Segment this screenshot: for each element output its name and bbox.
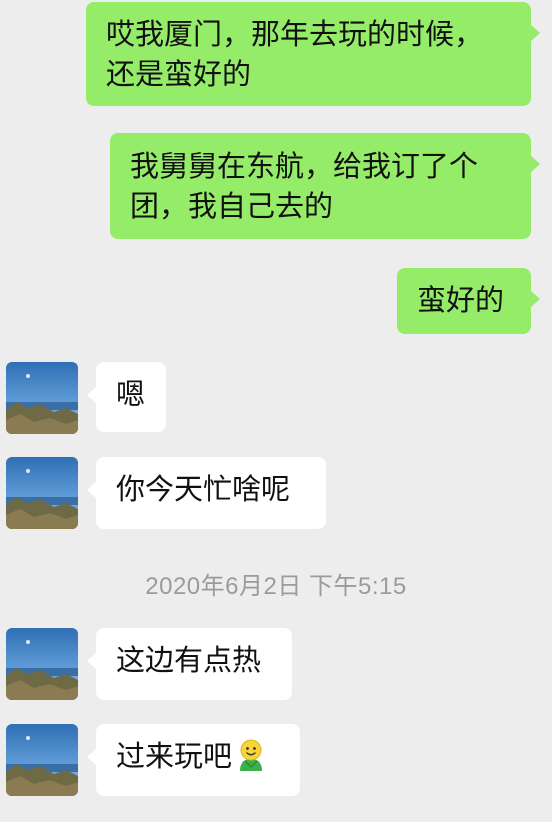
message-text-line: 团，我自己去的: [130, 189, 334, 223]
landscape-avatar-icon: [6, 724, 78, 796]
contact-avatar[interactable]: [6, 457, 78, 529]
message-text-line: 嗯: [116, 377, 146, 411]
smiling-face-emoji-icon: [234, 737, 268, 771]
message-text-line: 你今天忙啥呢: [116, 472, 291, 506]
message-text-line: 这边有点热: [116, 643, 262, 677]
message-bubble-sent[interactable]: 哎我厦门，那年去玩的时候， 还是蛮好的: [86, 2, 540, 106]
message-text-line: 蛮好的: [417, 283, 505, 317]
contact-avatar[interactable]: [6, 628, 78, 700]
message-text-line: 我舅舅在东航，给我订了个: [130, 149, 479, 183]
chat-thread: 哎我厦门，那年去玩的时候， 还是蛮好的 我舅舅在东航，给我订了个 团，我自己去的…: [0, 0, 552, 822]
message-bubble-sent[interactable]: 我舅舅在东航，给我订了个 团，我自己去的: [110, 133, 540, 239]
landscape-avatar-icon: [6, 362, 78, 434]
message-bubble-received[interactable]: 过来玩吧: [87, 724, 300, 796]
message-timestamp: 2020年6月2日 下午5:15: [145, 573, 407, 600]
message-text-line: 过来玩吧: [116, 739, 233, 773]
landscape-avatar-icon: [6, 628, 78, 700]
landscape-avatar-icon: [6, 457, 78, 529]
message-bubble-received[interactable]: 你今天忙啥呢: [87, 457, 326, 529]
contact-avatar[interactable]: [6, 724, 78, 796]
message-text-line: 哎我厦门，那年去玩的时候，: [106, 17, 484, 51]
message-bubble-received[interactable]: 这边有点热: [87, 628, 292, 700]
contact-avatar[interactable]: [6, 362, 78, 434]
message-text-line: 还是蛮好的: [106, 57, 252, 91]
message-bubble-sent[interactable]: 蛮好的: [397, 268, 540, 334]
message-bubble-received[interactable]: 嗯: [87, 362, 166, 432]
